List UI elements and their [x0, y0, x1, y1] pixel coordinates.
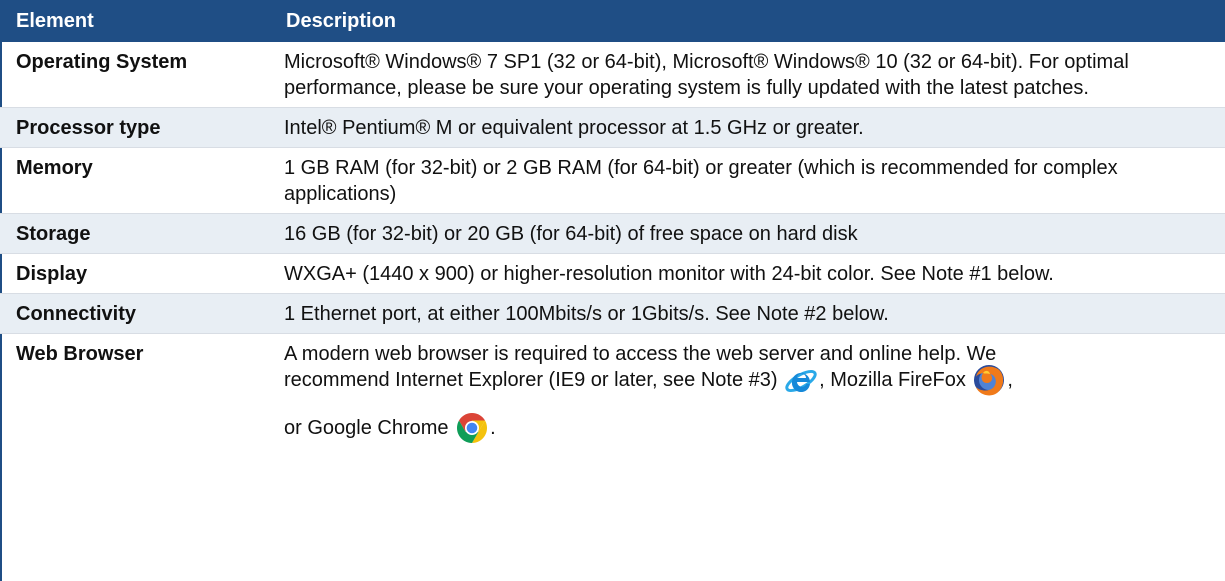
row-description: Intel® Pentium® M or equivalent processo… [270, 107, 1225, 148]
table-header-row: Element Description [0, 0, 1225, 42]
firefox-icon [972, 363, 1006, 397]
table-row-web-browser: Web Browser A modern web browser is requ… [0, 334, 1225, 448]
row-description: Microsoft® Windows® 7 SP1 (32 or 64-bit)… [270, 42, 1225, 108]
chrome-icon [455, 411, 489, 445]
row-element: Memory [0, 147, 270, 214]
web-browser-text: recommend Internet Explorer (IE9 or late… [284, 369, 778, 391]
row-element: Processor type [0, 107, 270, 148]
table-row-operating-system: Operating System Microsoft® Windows® 7 S… [0, 42, 1225, 108]
row-element: Display [0, 253, 270, 294]
row-element: Storage [0, 213, 270, 254]
table-row-processor: Processor type Intel® Pentium® M or equi… [0, 107, 1225, 148]
table-row-storage: Storage 16 GB (for 32-bit) or 20 GB (for… [0, 213, 1225, 254]
web-browser-text: . [490, 417, 496, 439]
table-row-connectivity: Connectivity 1 Ethernet port, at either … [0, 293, 1225, 334]
web-browser-text: , [1007, 369, 1013, 391]
row-description: 1 Ethernet port, at either 100Mbits/s or… [270, 293, 1225, 334]
web-browser-text: , Mozilla FireFox [819, 369, 966, 391]
table-row-memory: Memory 1 GB RAM (for 32-bit) or 2 GB RAM… [0, 147, 1225, 214]
internet-explorer-icon [784, 363, 818, 397]
row-element: Web Browser [16, 343, 144, 365]
row-description: 16 GB (for 32-bit) or 20 GB (for 64-bit)… [270, 213, 1225, 254]
header-description: Description [270, 0, 1225, 42]
web-browser-line3: or Google Chrome . [284, 412, 1195, 443]
row-element: Operating System [0, 42, 270, 108]
row-description: A modern web browser is required to acce… [270, 334, 1225, 448]
header-element: Element [0, 0, 270, 42]
web-browser-line2: recommend Internet Explorer (IE9 or late… [284, 364, 1195, 396]
row-description: 1 GB RAM (for 32-bit) or 2 GB RAM (for 6… [270, 147, 1225, 214]
row-element: Connectivity [0, 293, 270, 334]
system-requirements-table: Element Description Operating System Mic… [0, 0, 1225, 447]
table-row-display: Display WXGA+ (1440 x 900) or higher-res… [0, 253, 1225, 294]
web-browser-text: or Google Chrome [284, 417, 449, 439]
row-description: WXGA+ (1440 x 900) or higher-resolution … [270, 253, 1225, 294]
web-browser-line1: A modern web browser is required to acce… [284, 343, 997, 365]
